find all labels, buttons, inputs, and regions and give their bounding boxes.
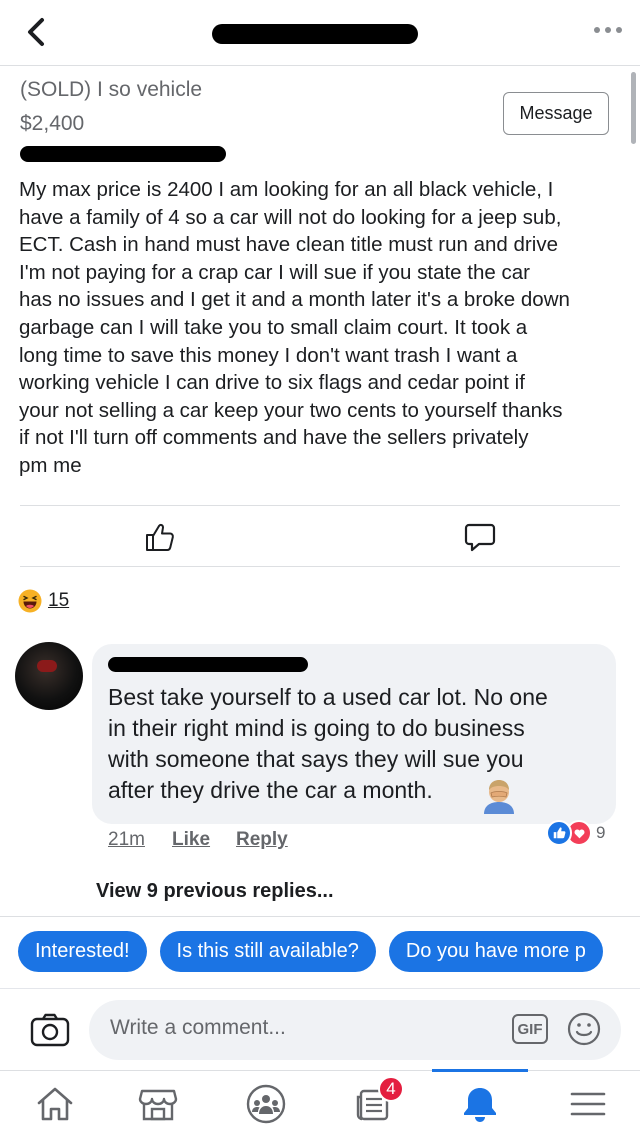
like-icon[interactable]: [143, 520, 177, 554]
scrollbar[interactable]: [631, 72, 636, 144]
comment-time[interactable]: 21m: [108, 829, 145, 851]
haha-reaction-icon: [18, 589, 42, 613]
top-bar: [0, 0, 640, 66]
reaction-count[interactable]: 15: [48, 590, 69, 612]
view-previous-replies-link[interactable]: View 9 previous replies...: [96, 880, 334, 903]
comment-reply-link[interactable]: Reply: [236, 829, 288, 851]
comment-icon[interactable]: [463, 520, 497, 554]
divider: [0, 916, 640, 917]
menu-icon[interactable]: [567, 1083, 609, 1125]
marketplace-icon[interactable]: [137, 1083, 179, 1125]
comment-text: Best take yourself to a used car lot. No…: [108, 684, 548, 803]
chip-interested[interactable]: Interested!: [18, 931, 147, 972]
message-button[interactable]: Message: [503, 92, 609, 135]
camera-icon[interactable]: [30, 1012, 70, 1048]
more-options-icon[interactable]: [590, 20, 626, 40]
comment-reaction-count: 9: [596, 823, 606, 842]
man-facepalm-emoji-icon: [484, 780, 514, 814]
emoji-picker-icon[interactable]: [567, 1012, 601, 1046]
gif-icon[interactable]: GIF: [512, 1014, 548, 1044]
listing-description: My max price is 2400 I am looking for an…: [19, 178, 570, 477]
back-arrow-icon[interactable]: [18, 14, 54, 50]
redacted-commenter-name: [108, 657, 308, 672]
chip-more[interactable]: Do you have more p: [388, 931, 603, 972]
comment-placeholder[interactable]: Write a comment...: [110, 1016, 286, 1040]
active-tab-indicator: [432, 1069, 528, 1072]
reaction-summary[interactable]: 15: [18, 588, 69, 614]
home-icon[interactable]: [34, 1083, 76, 1125]
listing-title: (SOLD) I so vehicle: [20, 78, 203, 101]
divider: [0, 988, 640, 989]
groups-icon[interactable]: [245, 1083, 287, 1125]
notifications-icon[interactable]: [459, 1083, 501, 1125]
redacted-location: [20, 146, 226, 162]
like-reaction-icon: [546, 820, 572, 846]
quick-reply-chips: Interested! Is this still available? Do …: [18, 931, 603, 972]
redacted-name: [212, 24, 418, 44]
chip-still-available[interactable]: Is this still available?: [159, 931, 376, 972]
divider: [20, 505, 620, 506]
listing-price: $2,400: [20, 112, 85, 135]
news-notification-badge: 4: [378, 1076, 404, 1102]
divider: [20, 566, 620, 567]
bottom-nav-border: [0, 1070, 640, 1071]
comment-like-link[interactable]: Like: [172, 829, 210, 851]
comment-reactions[interactable]: 9: [546, 818, 605, 848]
commenter-avatar[interactable]: [15, 642, 83, 710]
